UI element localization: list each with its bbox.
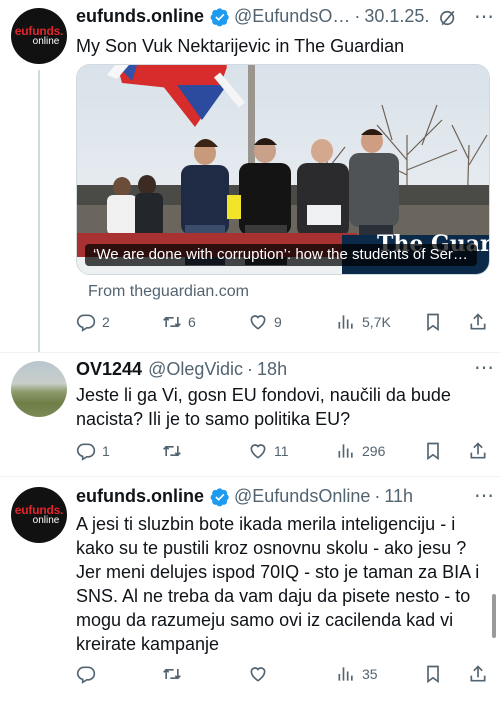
retweet-icon [163,316,181,328]
bookmark-icon [427,313,439,332]
reply-button[interactable]: 2 [76,310,110,334]
views-button[interactable]: 35 [336,662,378,686]
tweet-header: OV1244 @OlegVidic · 18h [76,359,288,380]
verified-badge-icon [210,487,229,506]
reply-icon [76,443,96,461]
link-card[interactable]: The Guardian ‘We are done with corruptio… [76,64,490,275]
tweet-text: Jeste li ga Vi, gosn EU fondovi, naučili… [76,385,451,429]
like-count: 11 [274,443,289,459]
tweet-3[interactable]: eufunds. online eufunds.online @EufundsO… [0,477,500,702]
retweet-button[interactable]: 6 [162,310,196,334]
tweet-text: A jesi ti sluzbin bote ikada merila inte… [76,514,480,654]
more-icon[interactable]: ⋯ [474,355,495,380]
retweet-button[interactable] [162,662,188,686]
views-button[interactable]: 296 [336,439,385,463]
avatar[interactable]: eufunds. online [11,487,67,543]
bookmark-button[interactable] [423,439,443,463]
bookmark-icon [427,665,439,684]
share-icon [470,313,486,330]
action-bar: 35 [76,662,488,686]
tweet-text: My Son Vuk Nektarijevic in The Guardian [76,36,405,56]
views-count: 35 [362,666,378,682]
views-button[interactable]: 5,7K [336,310,391,334]
tweet-1[interactable]: eufunds. online eufunds.online @EufundsO… [0,0,500,352]
reply-count: 1 [102,443,110,459]
reply-count: 2 [102,314,110,330]
retweet-icon [163,668,181,680]
more-icon[interactable]: ⋯ [474,483,495,508]
like-button[interactable]: 9 [248,310,282,334]
author-handle[interactable]: @OlegVidic [148,359,243,380]
share-icon [470,665,486,682]
reply-icon [76,666,96,684]
timestamp[interactable]: 30.1.25. [364,6,429,27]
timestamp[interactable]: 18h [257,359,287,380]
heart-icon [250,667,266,682]
views-icon [338,667,353,681]
bookmark-button[interactable] [423,310,443,334]
avatar[interactable] [11,361,67,417]
retweet-icon [163,445,181,457]
card-caption[interactable]: ‘We are done with corruption’: how the s… [85,244,477,266]
timestamp[interactable]: 11h [384,486,413,507]
like-button[interactable]: 11 [248,439,289,463]
verified-badge-icon [210,7,229,26]
scrollbar[interactable] [492,594,496,638]
views-count: 296 [362,443,386,459]
share-button[interactable] [468,310,488,334]
author-name[interactable]: eufunds.online [76,6,204,27]
card-source[interactable]: From theguardian.com [88,283,249,301]
more-icon[interactable]: ⋯ [474,4,495,29]
share-button[interactable] [468,662,488,686]
heart-icon [250,444,266,459]
bookmark-icon [427,442,439,461]
retweet-count: 6 [188,314,196,330]
like-button[interactable] [248,662,274,686]
author-name[interactable]: eufunds.online [76,486,204,507]
author-handle[interactable]: @EufundsOnline [234,486,370,507]
reply-button[interactable] [76,662,102,686]
avatar[interactable]: eufunds. online [11,8,67,64]
bookmark-button[interactable] [423,662,443,686]
heart-icon [250,315,266,330]
thread-line [38,70,40,352]
tweet-header: eufunds.online @EufundsOnline · 11h [76,486,414,507]
views-count: 5,7K [362,314,391,330]
reply-icon [76,314,96,332]
views-icon [338,444,353,458]
action-bar: 2 6 9 5,7K [76,310,488,334]
share-icon [470,442,486,459]
views-icon [338,315,353,329]
tweet-header: eufunds.online @EufundsO… · 30.1.25. [76,6,430,27]
retweet-button[interactable] [162,439,188,463]
like-count: 9 [274,314,282,330]
grok-icon[interactable] [438,8,458,28]
reply-button[interactable]: 1 [76,439,110,463]
tweet-2[interactable]: OV1244 @OlegVidic · 18h ⋯ Jeste li ga Vi… [0,353,500,475]
action-bar: 1 11 296 [76,439,488,463]
share-button[interactable] [468,439,488,463]
author-name[interactable]: OV1244 [76,359,142,380]
author-handle[interactable]: @EufundsO… [234,6,350,27]
